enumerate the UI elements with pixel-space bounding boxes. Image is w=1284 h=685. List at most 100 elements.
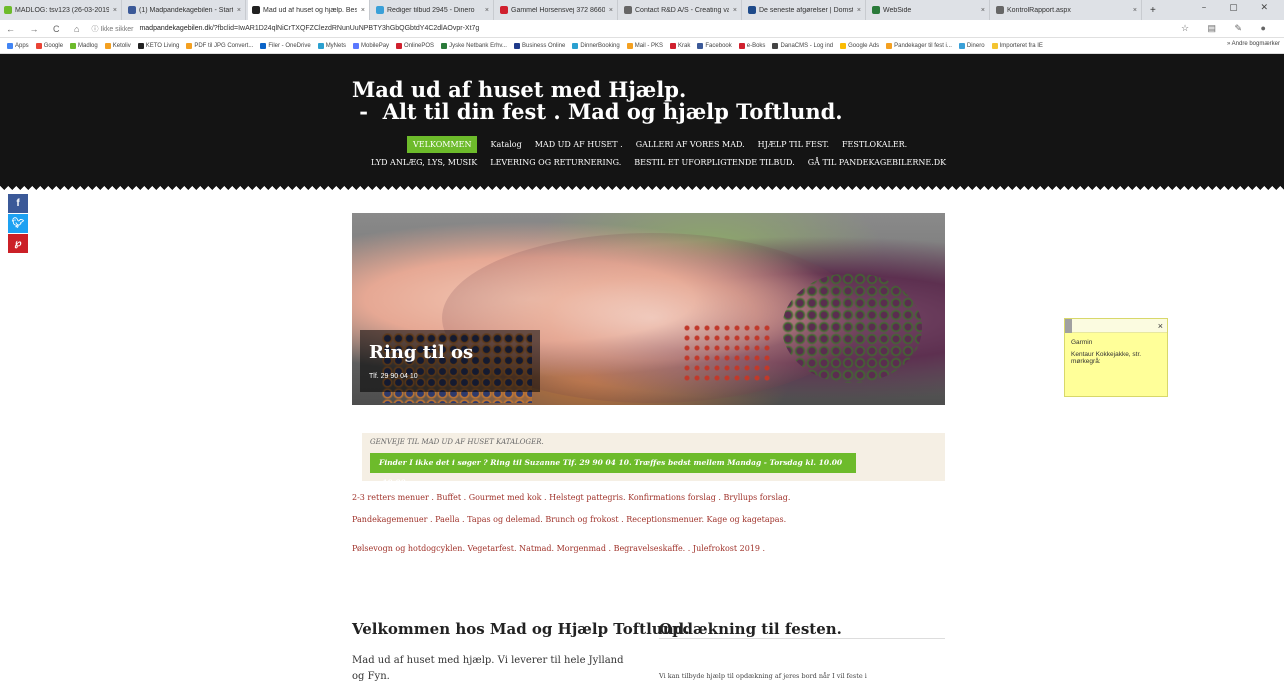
security-indicator[interactable]: ⓘ Ikke sikker: [91, 24, 133, 34]
welcome-heading: Velkommen hos Mad og Hjælp Toftlund.: [352, 620, 690, 638]
main-menu-row-2: LYD ANLÆG, LYS, MUSIK LEVERING OG RETURNE…: [371, 158, 959, 167]
window-controls[interactable]: – ▢ ✕: [1202, 3, 1278, 13]
new-tab-button[interactable]: +: [1144, 5, 1162, 16]
bookmark-item[interactable]: Krak: [670, 42, 691, 49]
navigation-buttons[interactable]: ← → C ⌂: [6, 24, 85, 34]
toolbar-icons[interactable]: ☆ ▤ ✎ ●: [1181, 23, 1274, 34]
bookmark-favicon-icon: [353, 42, 360, 49]
tab-close-icon[interactable]: ×: [113, 7, 117, 14]
bookmark-item[interactable]: Google: [35, 42, 63, 49]
url-field[interactable]: madpandekagebilen.dk/?fbclid=IwAR1D24qlN…: [139, 25, 479, 32]
bookmark-item[interactable]: Ketoliv: [104, 42, 131, 49]
facebook-icon[interactable]: f: [8, 194, 28, 213]
bookmark-item[interactable]: MyNets: [317, 42, 346, 49]
tab-close-icon[interactable]: ×: [981, 7, 985, 14]
tab-close-icon[interactable]: ×: [857, 7, 861, 14]
bookmark-item[interactable]: Dinero: [958, 42, 985, 49]
bookmark-favicon-icon: [260, 42, 267, 49]
nav-menu-item[interactable]: LYD ANLÆG, LYS, MUSIK: [371, 158, 477, 167]
call-us-box[interactable]: Ring til os Tlf. 29 90 04 10: [360, 330, 540, 392]
browser-tab[interactable]: (1) Madpandekagebilen - Startsi ×: [124, 0, 246, 20]
browser-tab[interactable]: Contact R&D A/S - Creating val ×: [620, 0, 742, 20]
bookmark-item[interactable]: Apps: [7, 42, 29, 49]
browser-tab[interactable]: Gammel Horsensvej 372 8660 ×: [496, 0, 618, 20]
bookmark-item[interactable]: DanaCMS - Log ind: [772, 42, 833, 49]
bookmark-item[interactable]: DinnerBooking: [572, 42, 620, 49]
tab-label: Mad ud af huset og hjælp. Bestil: [263, 6, 357, 14]
browser-tab[interactable]: Rediger tilbud 2945 - Dinero ×: [372, 0, 494, 20]
close-icon[interactable]: ×: [1158, 321, 1163, 331]
bookmark-item[interactable]: Filer - OneDrive: [260, 42, 311, 49]
bookmark-item[interactable]: Facebook: [697, 42, 732, 49]
tab-label: Rediger tilbud 2945 - Dinero: [387, 6, 475, 14]
tab-close-icon[interactable]: ×: [361, 7, 365, 14]
tab-label: (1) Madpandekagebilen - Startsi: [139, 6, 233, 14]
tab-close-icon[interactable]: ×: [733, 7, 737, 14]
tab-favicon-icon: [128, 6, 136, 14]
browser-tab[interactable]: WebSide ×: [868, 0, 990, 20]
browser-tab-strip: MADLOG: tsv123 (26-03-2019) × (1) Madpande…: [0, 0, 1284, 20]
bookmark-item[interactable]: Madlog: [70, 42, 98, 49]
bookmark-item[interactable]: OnlinePOS: [396, 42, 435, 49]
category-links-3[interactable]: Pølsevogn og hotdogcyklen. Vegetarfest. …: [352, 544, 765, 553]
bookmark-item[interactable]: Pandekager til fest i...: [886, 42, 952, 49]
nav-menu-item[interactable]: VELKOMMEN: [407, 136, 478, 153]
bookmark-favicon-icon: [670, 42, 677, 49]
site-title: Mad ud af huset med Hjælp. - Alt til din…: [352, 77, 843, 124]
bookmark-item[interactable]: Mail - PKS: [626, 42, 663, 49]
browser-tab[interactable]: De seneste afgørelser | Domstol ×: [744, 0, 866, 20]
bookmark-label: e-Boks: [746, 42, 766, 49]
drag-handle[interactable]: [1065, 319, 1072, 333]
tab-close-icon[interactable]: ×: [609, 7, 613, 14]
header-zigzag-border: [0, 186, 1284, 194]
note-line-1: Garmin: [1071, 339, 1093, 346]
tab-label: Gammel Horsensvej 372 8660: [511, 6, 605, 14]
bookmark-favicon-icon: [104, 42, 111, 49]
bookmark-label: Madlog: [78, 42, 98, 49]
bookmark-label: KETO Living: [145, 42, 180, 49]
browser-tab[interactable]: Mad ud af huset og hjælp. Bestil ×: [248, 0, 370, 20]
welcome-text-2: og Fyn.: [352, 671, 390, 682]
browser-tab[interactable]: KontrolRapport.aspx ×: [992, 0, 1142, 20]
nav-menu-item[interactable]: MAD UD AF HUSET .: [535, 140, 623, 149]
bookmark-favicon-icon: [35, 42, 42, 49]
bookmark-favicon-icon: [70, 42, 77, 49]
bookmark-label: MobilePay: [361, 42, 390, 49]
bookmark-label: Krak: [678, 42, 691, 49]
nav-menu-item[interactable]: FESTLOKALER.: [842, 140, 907, 149]
other-bookmarks[interactable]: » Andre bogmærker: [1227, 41, 1280, 47]
nav-menu-item[interactable]: GALLERI AF VORES MAD.: [636, 140, 745, 149]
browser-tab[interactable]: MADLOG: tsv123 (26-03-2019) ×: [0, 0, 122, 20]
category-links-1[interactable]: 2-3 retters menuer . Buffet . Gourmet me…: [352, 493, 790, 502]
bookmark-item[interactable]: KETO Living: [137, 42, 180, 49]
bookmark-label: OnlinePOS: [404, 42, 435, 49]
tab-close-icon[interactable]: ×: [485, 7, 489, 14]
bookmark-item[interactable]: Google Ads: [840, 42, 879, 49]
bookmark-label: PDF til JPG Convert...: [194, 42, 254, 49]
bookmark-favicon-icon: [840, 42, 847, 49]
bookmark-item[interactable]: MobilePay: [353, 42, 390, 49]
bookmark-item[interactable]: PDF til JPG Convert...: [186, 42, 254, 49]
tab-close-icon[interactable]: ×: [1133, 7, 1137, 14]
twitter-icon[interactable]: 🐦︎: [8, 214, 28, 233]
tab-favicon-icon: [252, 6, 260, 14]
sticky-note[interactable]: × Garmin Kentaur Kokkejakke, str. mørkeg…: [1064, 318, 1168, 397]
bookmark-label: Ketoliv: [112, 42, 131, 49]
bookmark-item[interactable]: e-Boks: [738, 42, 766, 49]
nav-menu-item[interactable]: GÅ TIL PANDEKAGEBILERNE.DK: [808, 158, 946, 167]
bookmark-favicon-icon: [137, 42, 144, 49]
heading-divider: [659, 638, 945, 639]
sticky-note-bar[interactable]: ×: [1065, 319, 1167, 333]
category-links-2[interactable]: Pandekagemenuer . Paella . Tapas og dele…: [352, 515, 786, 524]
berries-decoration: [682, 323, 772, 383]
bookmark-item[interactable]: Business Online: [513, 42, 565, 49]
bookmark-item[interactable]: Importeret fra IE: [991, 42, 1043, 49]
nav-menu-item[interactable]: LEVERING OG RETURNERING.: [490, 158, 621, 167]
pinterest-icon[interactable]: ℘: [8, 234, 28, 253]
nav-menu-item[interactable]: HJÆLP TIL FEST.: [758, 140, 829, 149]
bookmark-item[interactable]: Jyske Netbank Erhv...: [441, 42, 507, 49]
nav-menu-item[interactable]: BESTIL ET UFORPLIGTENDE TILBUD.: [634, 158, 794, 167]
bookmark-favicon-icon: [317, 42, 324, 49]
nav-menu-item[interactable]: Katalog: [490, 140, 521, 149]
tab-close-icon[interactable]: ×: [237, 7, 241, 14]
